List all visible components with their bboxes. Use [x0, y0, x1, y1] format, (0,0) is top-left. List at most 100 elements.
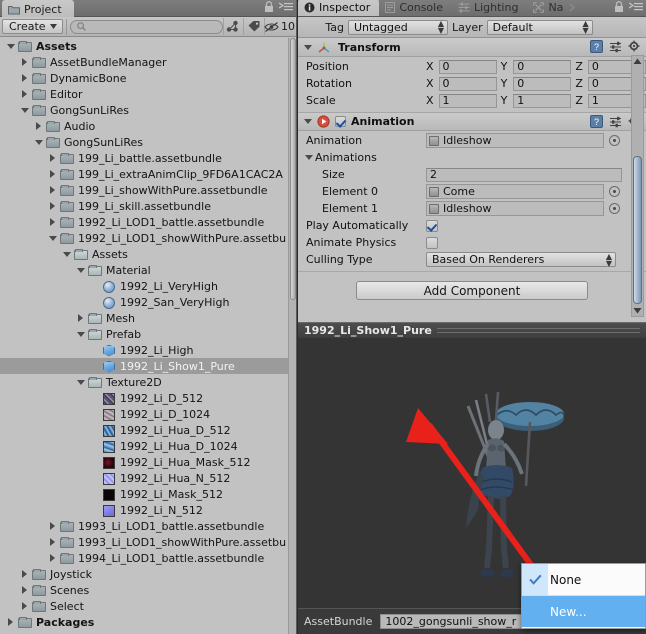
transform-x-input[interactable]: 0: [438, 59, 497, 74]
help-icon[interactable]: ?: [590, 40, 603, 53]
tree-item[interactable]: DynamicBone: [0, 70, 296, 86]
tree-item-foldout-icon[interactable]: [74, 326, 87, 342]
animation-foldout-icon[interactable]: [301, 114, 314, 130]
tree-item-foldout-icon[interactable]: [18, 70, 31, 86]
tree-item[interactable]: Scenes: [0, 582, 296, 598]
tree-item-foldout-icon[interactable]: [46, 214, 59, 230]
project-scrollbar[interactable]: [288, 38, 296, 634]
tree-item[interactable]: 1992_Li_N_512: [0, 502, 296, 518]
tree-item[interactable]: 1992_San_VeryHigh: [0, 294, 296, 310]
animations-size-input[interactable]: 2: [426, 167, 622, 182]
tree-item[interactable]: 199_Li_showWithPure.assetbundle: [0, 182, 296, 198]
tree-item-foldout-icon[interactable]: [18, 102, 31, 118]
scroll-down-arrow-icon[interactable]: [632, 305, 643, 316]
tree-item-foldout-icon[interactable]: [4, 614, 17, 630]
tree-item[interactable]: 1993_Li_LOD1_showWithPure.assetbu: [0, 534, 296, 550]
play-automatically-checkbox[interactable]: [426, 219, 438, 232]
tree-item-foldout-icon[interactable]: [18, 598, 31, 614]
transform-x-input[interactable]: 1: [438, 93, 497, 108]
tree-item-foldout-icon[interactable]: [18, 54, 31, 70]
tree-item-foldout-icon[interactable]: [74, 310, 87, 326]
tree-item[interactable]: 1992_Li_Hua_N_512: [0, 470, 296, 486]
tree-item[interactable]: Prefab: [0, 326, 296, 342]
animation-element-field[interactable]: Come: [426, 184, 604, 199]
tree-item[interactable]: 199_Li_extraAnimClip_9FD6A1CAC2A: [0, 166, 296, 182]
tree-item[interactable]: Audio: [0, 118, 296, 134]
tree-item[interactable]: Mesh: [0, 310, 296, 326]
tree-item-foldout-icon[interactable]: [46, 166, 59, 182]
tree-item-foldout-icon[interactable]: [46, 550, 59, 566]
tab-inspector[interactable]: Inspector: [298, 0, 380, 16]
layer-dropdown[interactable]: Default ▲ ▼: [486, 19, 593, 35]
filter-by-label-icon[interactable]: [243, 18, 264, 35]
tree-item[interactable]: 199_Li_battle.assetbundle: [0, 150, 296, 166]
tree-item[interactable]: Packages: [0, 614, 296, 630]
inspector-scrollbar-thumb[interactable]: [633, 156, 642, 304]
tree-item[interactable]: 1992_Li_D_512: [0, 390, 296, 406]
tab-lighting[interactable]: Lighting: [452, 0, 527, 16]
tree-item[interactable]: 1992_Li_LOD1_showWithPure.assetbu: [0, 230, 296, 246]
animation-element-picker-icon[interactable]: [609, 186, 620, 197]
transform-component-header[interactable]: Transform ?: [298, 38, 646, 57]
animation-clip-picker-icon[interactable]: [609, 135, 620, 146]
menu-item-none[interactable]: None: [522, 564, 645, 595]
transform-y-input[interactable]: 0: [513, 59, 572, 74]
tree-item-foldout-icon[interactable]: [32, 118, 45, 134]
preset-icon[interactable]: [609, 116, 622, 128]
tree-item[interactable]: Select: [0, 598, 296, 614]
inspector-scrollbar[interactable]: [631, 55, 644, 317]
tree-item[interactable]: 1992_Li_High: [0, 342, 296, 358]
tree-item[interactable]: 1992_Li_Mask_512: [0, 486, 296, 502]
tree-item[interactable]: GongSunLiRes: [0, 102, 296, 118]
tree-item-foldout-icon[interactable]: [46, 198, 59, 214]
help-icon[interactable]: ?: [590, 115, 603, 128]
tree-item[interactable]: Joystick: [0, 566, 296, 582]
tree-item[interactable]: AssetBundleManager: [0, 54, 296, 70]
tree-item-foldout-icon[interactable]: [18, 582, 31, 598]
tree-item[interactable]: 1993_Li_LOD1_battle.assetbundle: [0, 518, 296, 534]
animations-array-row[interactable]: Animations: [298, 149, 646, 166]
tree-item[interactable]: 1992_Li_Hua_Mask_512: [0, 454, 296, 470]
tree-item-foldout-icon[interactable]: [18, 86, 31, 102]
transform-y-input[interactable]: 0: [513, 76, 572, 91]
tab-project[interactable]: Project: [2, 0, 74, 17]
lock-icon[interactable]: [614, 1, 624, 13]
animation-element-field[interactable]: Idleshow: [426, 201, 604, 216]
tree-item[interactable]: Editor: [0, 86, 296, 102]
transform-x-input[interactable]: 0: [438, 76, 497, 91]
tab-console[interactable]: Console: [379, 0, 452, 16]
tree-item[interactable]: Texture2D: [0, 374, 296, 390]
tree-item[interactable]: 1994_Li_LOD1_battle.assetbundle: [0, 550, 296, 566]
animation-clip-field[interactable]: Idleshow: [426, 133, 604, 148]
tree-item[interactable]: 1992_Li_Hua_D_1024: [0, 438, 296, 454]
tree-item[interactable]: 1992_Li_Hua_D_512: [0, 422, 296, 438]
assetbundle-dropdown-menu[interactable]: None New...: [521, 563, 646, 629]
tree-item[interactable]: GongSunLiRes: [0, 134, 296, 150]
tree-item-foldout-icon[interactable]: [60, 246, 73, 262]
search-input[interactable]: [69, 19, 223, 34]
tree-item-foldout-icon[interactable]: [32, 134, 45, 150]
tab-navigation[interactable]: Na: [527, 0, 585, 16]
tree-item-foldout-icon[interactable]: [46, 518, 59, 534]
lock-icon[interactable]: [264, 1, 274, 13]
preview-header[interactable]: 1992_Li_Show1_Pure: [298, 322, 646, 338]
tag-dropdown[interactable]: Untagged ▲ ▼: [348, 19, 448, 35]
context-menu-icon[interactable]: [279, 2, 293, 12]
animations-foldout-icon[interactable]: [302, 150, 315, 166]
gear-icon[interactable]: [628, 40, 641, 53]
tree-item[interactable]: 1992_Li_D_1024: [0, 406, 296, 422]
tree-item[interactable]: 1992_Li_VeryHigh: [0, 278, 296, 294]
tree-item-foldout-icon[interactable]: [4, 38, 17, 54]
tree-item-foldout-icon[interactable]: [46, 534, 59, 550]
tree-item[interactable]: Assets: [0, 38, 296, 54]
tree-item-foldout-icon[interactable]: [46, 230, 59, 246]
animate-physics-checkbox[interactable]: [426, 236, 438, 249]
tree-item[interactable]: 1992_Li_LOD1_battle.assetbundle: [0, 214, 296, 230]
tree-item[interactable]: Material: [0, 262, 296, 278]
transform-foldout-icon[interactable]: [301, 39, 314, 55]
animation-element-picker-icon[interactable]: [609, 203, 620, 214]
create-button[interactable]: Create: [2, 19, 63, 34]
tree-item[interactable]: 1992_Li_Show1_Pure: [0, 358, 296, 374]
visibility-toggle[interactable]: 10: [264, 18, 295, 35]
preset-icon[interactable]: [609, 41, 622, 53]
